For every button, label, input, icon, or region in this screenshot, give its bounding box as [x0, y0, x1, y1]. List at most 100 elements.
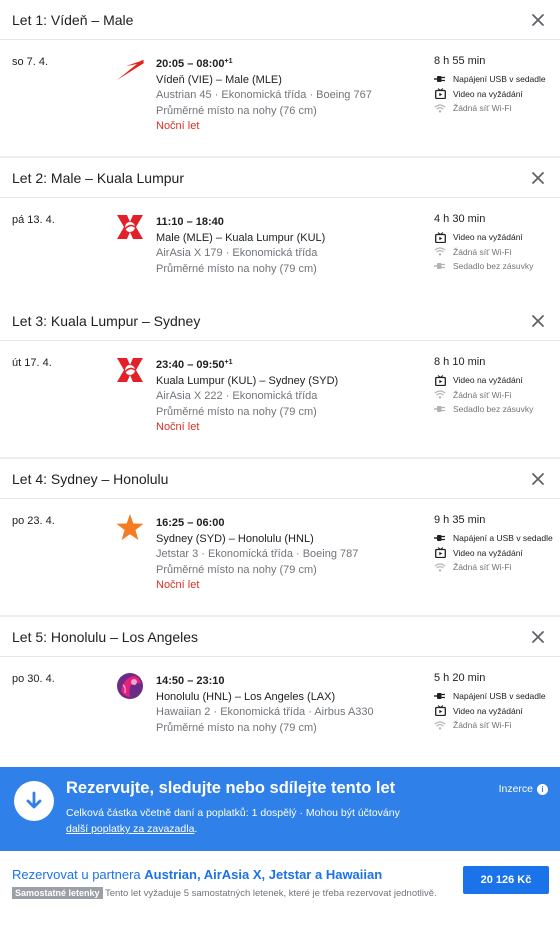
no-power-outlet-icon	[434, 404, 446, 414]
amenity-item: Žádná síť Wi-Fi	[434, 247, 558, 257]
leg-times-text: 23:40 – 09:50	[156, 359, 225, 371]
power-plug-icon	[434, 533, 446, 543]
close-icon[interactable]	[528, 10, 548, 30]
leg-title: Let 2: Male – Kuala Lumpur	[12, 169, 184, 186]
leg-info: 23:40 – 09:50+1 Kuala Lumpur (KUL) – Syd…	[156, 355, 338, 436]
leg-date: so 7. 4.	[12, 56, 49, 68]
leg-info: 20:05 – 08:00+1 Vídeň (VIE) – Male (MLE)…	[156, 54, 372, 135]
amenity-label: Video na vyžádání	[453, 232, 523, 242]
power-plug-icon	[434, 74, 446, 84]
amenity-label: Sedadlo bez zásuvky	[453, 404, 534, 414]
amenities-list: Video na vyžádání Žádná síť Wi-Fi Sedadl…	[434, 231, 558, 276]
no-power-outlet-icon	[434, 261, 446, 271]
close-icon[interactable]	[528, 469, 548, 489]
leg-times-text: 16:25 – 06:00	[156, 517, 225, 529]
ad-label[interactable]: Inzerce i	[499, 783, 548, 795]
no-wifi-icon	[434, 562, 446, 572]
amenity-item: Video na vyžádání	[434, 231, 558, 243]
leg-body: pá 13. 4. 11:10 – 18:40 Male (MLE) – Kua…	[0, 198, 560, 314]
video-on-demand-icon	[434, 88, 446, 99]
leg-times: 14:50 – 23:10	[156, 671, 374, 690]
leg-times-text: 11:10 – 18:40	[156, 216, 224, 228]
leg-title: Let 3: Kuala Lumpur – Sydney	[12, 312, 201, 329]
leg-date: út 17. 4.	[12, 357, 52, 369]
austrian-airlines-logo-icon	[113, 54, 147, 84]
airasia-x-logo-icon	[113, 212, 147, 242]
leg-header: Let 1: Vídeň – Male	[0, 0, 560, 40]
amenities-list: Napájení a USB v sedadle Video na vyžádá…	[434, 533, 558, 577]
leg-times: 20:05 – 08:00+1	[156, 54, 372, 73]
leg-times: 16:25 – 06:00	[156, 513, 358, 532]
leg-route: Vídeň (VIE) – Male (MLE)	[156, 73, 282, 86]
baggage-fees-link[interactable]: další poplatky za zavazadla	[66, 823, 194, 835]
leg-legroom: Průměrné místo na nohy (79 cm)	[156, 405, 317, 418]
amenity-item: Video na vyžádání	[434, 88, 558, 99]
close-icon[interactable]	[528, 168, 548, 188]
price-button[interactable]: 20 126 Kč	[463, 866, 549, 894]
ad-label-text: Inzerce	[498, 783, 533, 795]
promo-subtitle-text: Celková částka včetně daní a poplatků: 1…	[66, 807, 400, 819]
amenity-label: Video na vyžádání	[453, 88, 523, 99]
amenities-list: Video na vyžádání Žádná síť Wi-Fi Sedadl…	[434, 374, 558, 419]
leg-legroom: Průměrné místo na nohy (79 cm)	[156, 563, 317, 576]
leg-route: Kuala Lumpur (KUL) – Sydney (SYD)	[156, 374, 339, 387]
separate-tickets-text: Tento let vyžaduje 5 samostatných letene…	[102, 888, 437, 899]
airasia-x-logo-icon	[113, 355, 147, 385]
amenity-item: Video na vyžádání	[434, 374, 558, 386]
flight-leg-card: Let 3: Kuala Lumpur – Sydney út 17. 4. 2…	[0, 301, 560, 457]
no-wifi-icon	[434, 720, 446, 730]
leg-body: út 17. 4. 23:40 – 09:50+1 Kuala Lumpur (…	[0, 341, 560, 457]
leg-date: pá 13. 4.	[12, 214, 55, 226]
amenity-label: Žádná síť Wi-Fi	[453, 389, 512, 400]
leg-body: so 7. 4. 20:05 – 08:00+1 Vídeň (VIE) – M…	[0, 40, 560, 156]
flight-details-panel: Let 1: Vídeň – Male so 7. 4. 20:05 – 08:…	[0, 0, 560, 931]
amenity-label: Napájení USB v sedadle	[453, 691, 546, 701]
leg-times: 11:10 – 18:40	[156, 212, 325, 231]
leg-info: 14:50 – 23:10 Honolulu (HNL) – Los Angel…	[156, 671, 374, 736]
amenity-label: Video na vyžádání	[453, 705, 523, 716]
info-icon[interactable]: i	[537, 783, 548, 795]
leg-date: po 23. 4.	[12, 515, 55, 527]
amenity-item: Napájení a USB v sedadle	[434, 533, 558, 543]
promo-subtitle: Celková částka včetně daní a poplatků: 1…	[66, 805, 446, 837]
leg-route: Male (MLE) – Kuala Lumpur (KUL)	[156, 231, 326, 244]
amenity-item: Žádná síť Wi-Fi	[434, 390, 558, 400]
leg-route: Sydney (SYD) – Honolulu (HNL)	[156, 532, 314, 545]
leg-title: Let 1: Vídeň – Male	[12, 11, 134, 28]
leg-details: AirAsia X 222 · Ekonomická třída	[156, 390, 318, 402]
amenity-item: Žádná síť Wi-Fi	[434, 720, 558, 730]
close-icon[interactable]	[528, 311, 548, 331]
leg-title: Let 4: Sydney – Honolulu	[12, 470, 169, 487]
book-with-partner-link[interactable]: Rezervovat u partnera Austrian, AirAsia …	[12, 867, 382, 882]
leg-duration: 8 h 10 min	[434, 356, 486, 368]
leg-duration: 5 h 20 min	[434, 672, 486, 684]
jetstar-star-logo-icon	[113, 513, 147, 543]
amenity-label: Napájení USB v sedadle	[453, 74, 546, 84]
download-arrow-icon[interactable]	[14, 781, 54, 821]
leg-legroom: Průměrné místo na nohy (79 cm)	[156, 262, 317, 275]
amenity-item: Video na vyžádání	[434, 705, 558, 716]
amenity-label: Žádná síť Wi-Fi	[453, 720, 512, 730]
leg-times: 23:40 – 09:50+1	[156, 355, 338, 374]
night-flight-label: Noční let	[156, 421, 200, 433]
night-flight-label: Noční let	[156, 579, 200, 591]
leg-times-text: 20:05 – 08:00	[156, 58, 225, 70]
booking-promo-banner: Rezervujte, sledujte nebo sdílejte tento…	[0, 767, 560, 851]
separate-tickets-badge: Samostatné letenky	[12, 887, 103, 899]
leg-legroom: Průměrné místo na nohy (79 cm)	[156, 721, 317, 734]
night-flight-label: Noční let	[156, 120, 200, 132]
close-icon[interactable]	[528, 627, 548, 647]
leg-legroom: Průměrné místo na nohy (76 cm)	[156, 104, 317, 117]
amenity-label: Žádná síť Wi-Fi	[453, 103, 512, 113]
leg-route: Honolulu (HNL) – Los Angeles (LAX)	[156, 690, 336, 703]
leg-duration: 4 h 30 min	[434, 213, 486, 225]
hawaiian-airlines-logo-icon	[113, 671, 147, 701]
leg-details: AirAsia X 179 · Ekonomická třída	[156, 247, 318, 259]
promo-link-suffix: .	[194, 823, 198, 835]
leg-duration: 8 h 55 min	[434, 55, 486, 67]
amenity-label: Sedadlo bez zásuvky	[453, 261, 534, 271]
flight-leg-card: Let 5: Honolulu – Los Angeles po 30. 4. …	[0, 617, 560, 773]
no-wifi-icon	[434, 103, 446, 113]
video-on-demand-icon	[434, 231, 446, 243]
leg-body: po 23. 4. 16:25 – 06:00 Sydney (SYD) – H…	[0, 499, 560, 615]
